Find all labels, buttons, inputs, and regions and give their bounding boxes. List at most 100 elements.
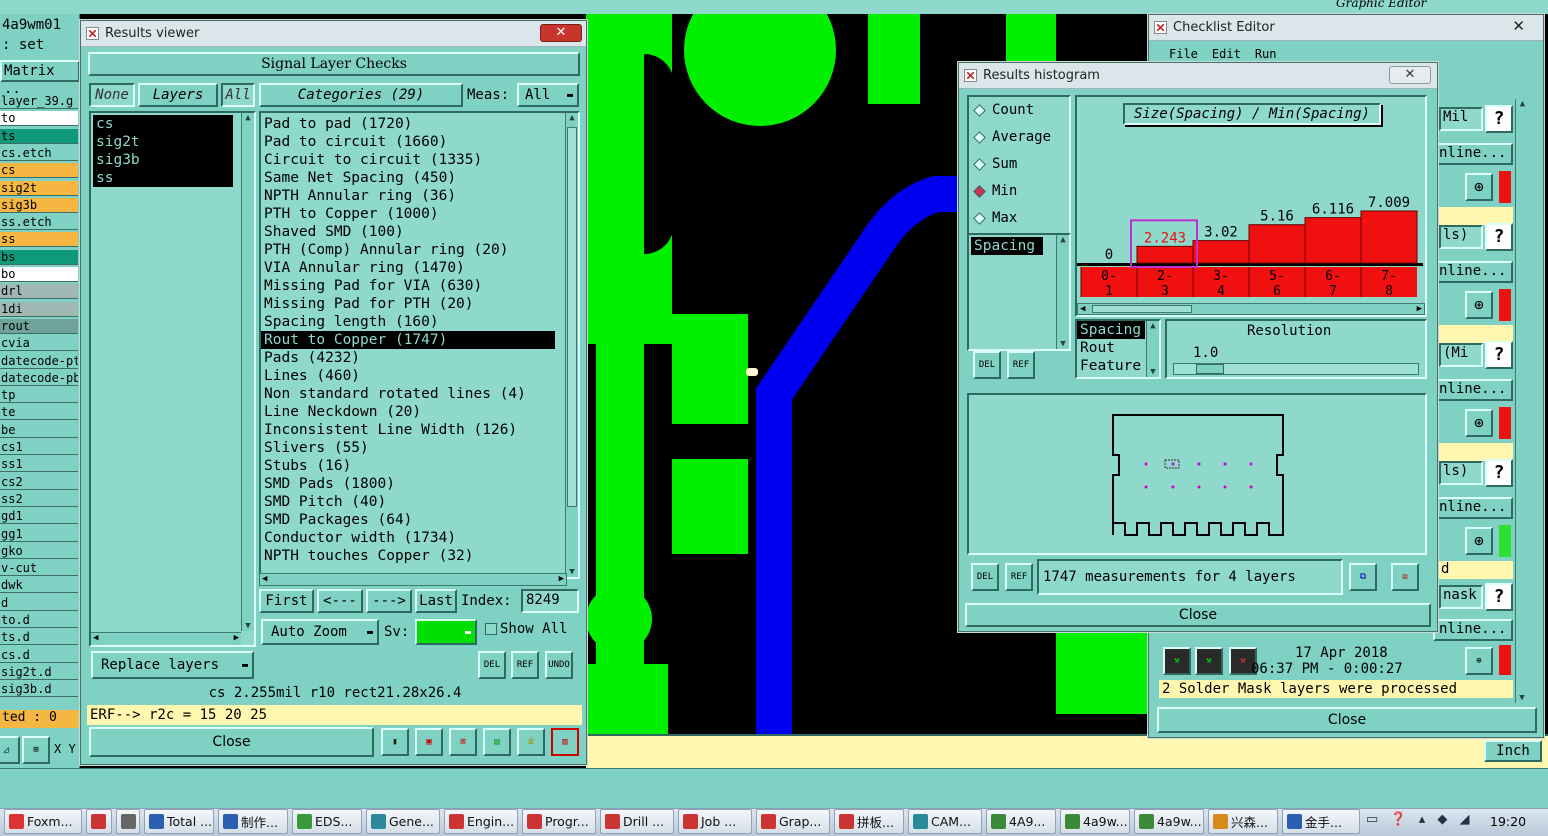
category-item[interactable]: Shaved SMD (100) xyxy=(261,223,555,241)
online-button[interactable]: nline... xyxy=(1433,143,1513,165)
category-item[interactable]: Pad to pad (1720) xyxy=(261,115,555,133)
layer-row[interactable]: sig2t.d xyxy=(0,664,78,680)
undo-icon[interactable]: UNDO xyxy=(545,651,573,679)
filter-all-button[interactable]: All xyxy=(221,83,255,107)
online-button[interactable]: nline... xyxy=(1433,379,1513,401)
help-icon[interactable]: ? xyxy=(1485,341,1513,369)
taskbar-button[interactable]: 兴森... xyxy=(1208,809,1278,834)
bar-1[interactable] xyxy=(1136,245,1194,264)
layer-row[interactable]: cs.d xyxy=(0,647,78,663)
report-icon[interactable]: ▣ xyxy=(415,728,443,756)
category-item[interactable]: SMD Packages (64) xyxy=(261,511,555,529)
layer-row[interactable]: be xyxy=(0,422,78,438)
online-button[interactable]: nline... xyxy=(1433,261,1513,283)
reference-icon[interactable]: REF xyxy=(511,651,539,679)
layer-row[interactable]: bo xyxy=(0,267,78,282)
chart-hscroll[interactable]: ◀ ▶ xyxy=(1077,303,1425,315)
filter-layers-button[interactable]: Layers xyxy=(138,83,218,107)
first-button[interactable]: First xyxy=(259,589,314,613)
category-hscroll[interactable]: ◀ ▶ xyxy=(259,573,567,586)
sv-color-dropdown[interactable]: ▬ xyxy=(415,619,477,645)
taskbar-button[interactable]: Progr... xyxy=(522,809,596,834)
auto-zoom-dropdown[interactable]: Auto Zoom ▬ xyxy=(261,619,379,645)
layer-item[interactable]: cs xyxy=(93,115,233,133)
option-average[interactable]: Average xyxy=(969,124,1069,151)
taskbar-button[interactable]: Foxm... xyxy=(4,809,82,834)
layer-row[interactable]: drl xyxy=(0,284,78,300)
show-all-checkbox[interactable] xyxy=(485,623,497,635)
category-list-box[interactable]: Pad to pad (1720) Pad to circuit (1660) Ci… xyxy=(259,111,580,579)
category-item[interactable]: Missing Pad for PTH (20) xyxy=(261,295,555,313)
layer-row[interactable]: ts xyxy=(0,128,78,144)
taskbar-button[interactable] xyxy=(116,809,140,834)
help-icon[interactable]: ? xyxy=(1485,105,1513,133)
taskbar-button[interactable]: Drill ... xyxy=(600,809,674,834)
category-item[interactable]: Line Neckdown (20) xyxy=(261,403,555,421)
layer-row[interactable]: 1di xyxy=(0,301,78,317)
last-button[interactable]: Last xyxy=(415,589,457,613)
category-item[interactable]: Missing Pad for VIA (630) xyxy=(261,277,555,295)
layer-row[interactable]: cvia xyxy=(0,336,78,352)
category-item[interactable]: Circuit to circuit (1335) xyxy=(261,151,555,169)
bar-2[interactable] xyxy=(1192,240,1250,264)
layer-row[interactable]: ss.etch xyxy=(0,215,78,231)
layer-list-box[interactable]: cs sig2t sig3b ss ▲ ▼ ◀ ▶ xyxy=(89,111,256,647)
layer-list-hscroll[interactable]: ◀ ▶ xyxy=(91,632,241,645)
layer-item[interactable]: sig3b xyxy=(93,151,233,169)
close-button[interactable]: Close xyxy=(89,727,374,757)
window-close-icon[interactable]: ✕ xyxy=(1389,66,1431,84)
layer-row[interactable]: ts.d xyxy=(0,630,78,646)
run-icon[interactable]: ⚒ xyxy=(1163,647,1191,675)
taskbar-button[interactable]: 4A9... xyxy=(986,809,1056,834)
layer-row[interactable]: datecode-pt xyxy=(0,353,78,369)
zoom-icon[interactable]: ⊕ xyxy=(1465,409,1493,437)
taskbar-button[interactable]: CAM... xyxy=(908,809,982,834)
category-item[interactable]: Lines (460) xyxy=(261,367,555,385)
slider-handle[interactable] xyxy=(1196,364,1224,374)
online-button[interactable]: nline... xyxy=(1433,619,1513,641)
zoom-icon[interactable]: ⊕ xyxy=(1465,173,1493,201)
taskbar-button[interactable]: 拼板... xyxy=(834,809,904,834)
layer-row[interactable]: ss2 xyxy=(0,491,78,507)
category-item[interactable]: SMD Pads (1800) xyxy=(261,475,555,493)
layer-row[interactable]: sig2t xyxy=(0,180,78,196)
category-item[interactable]: Spacing length (160) xyxy=(261,313,555,331)
help-icon[interactable]: ? xyxy=(1485,459,1513,487)
bar-4[interactable] xyxy=(1304,217,1362,264)
taskbar-button[interactable]: Total ... xyxy=(144,809,214,834)
layer-row[interactable]: dwk xyxy=(0,578,78,594)
category-scrollbar[interactable]: ▲ ▼ xyxy=(565,113,578,577)
del-icon[interactable]: DEL xyxy=(973,351,1001,379)
step-icon[interactable]: ▤ xyxy=(483,728,511,756)
online-button[interactable]: nline... xyxy=(1433,497,1513,519)
category-item[interactable]: Non standard rotated lines (4) xyxy=(261,385,555,403)
checklist-titlebar[interactable]: Checklist Editor ✕ xyxy=(1149,15,1543,41)
taskbar-button[interactable]: 4a9w... xyxy=(1060,809,1130,834)
run-all-icon[interactable]: ⚒ xyxy=(1195,647,1223,675)
layer-row[interactable]: to xyxy=(0,111,78,127)
notes-icon[interactable]: ≣ xyxy=(517,728,545,756)
replace-layers-dropdown[interactable]: Replace layers ▬ xyxy=(91,651,254,679)
layer-row[interactable]: to.d xyxy=(0,613,78,628)
taskbar-button[interactable]: Engin... xyxy=(444,809,518,834)
layer-item[interactable]: sig2t xyxy=(93,133,233,151)
category-item[interactable]: SMD Pitch (40) xyxy=(261,493,555,511)
layer-row[interactable]: cs2 xyxy=(0,474,78,490)
spacing-scrollbar[interactable]: ▲ ▼ xyxy=(1056,235,1069,349)
ref-icon[interactable]: REF xyxy=(1007,351,1035,379)
meas-dropdown[interactable]: All ▬ xyxy=(517,83,579,107)
results-viewer-titlebar[interactable]: Results viewer ✕ xyxy=(81,21,586,47)
grid-cross-icon[interactable]: ⊠ xyxy=(449,728,477,756)
del-icon-bottom[interactable]: DEL xyxy=(971,563,999,591)
layer-row[interactable]: gko xyxy=(0,543,78,559)
layer-row[interactable]: gg1 xyxy=(0,526,78,542)
categories-button[interactable]: Categories (29) xyxy=(259,83,463,107)
spacing-item[interactable]: Spacing xyxy=(971,237,1043,255)
category-item[interactable]: Pads (4232) xyxy=(261,349,555,367)
units-button[interactable]: Inch xyxy=(1484,740,1542,762)
bar-5[interactable] xyxy=(1360,210,1418,264)
delete-icon[interactable]: DEL xyxy=(478,651,506,679)
layer-row[interactable]: layer_39.g xyxy=(0,94,78,109)
prev-button[interactable]: <--- xyxy=(317,589,363,613)
taskbar-button[interactable]: Gene... xyxy=(366,809,440,834)
